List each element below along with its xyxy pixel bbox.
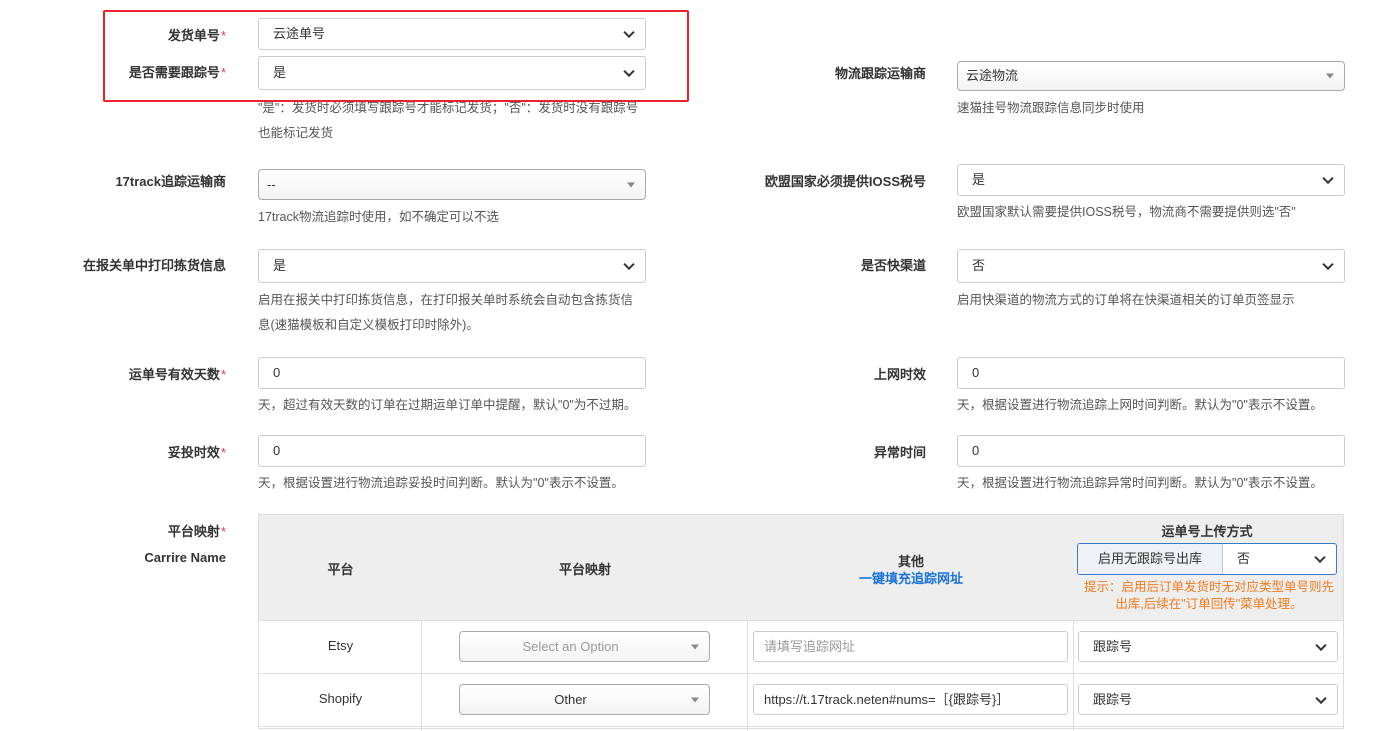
- shipping-no-select[interactable]: 云途单号: [258, 18, 646, 50]
- eu-ioss-select[interactable]: 是: [957, 164, 1345, 196]
- caret-down-icon: [1326, 73, 1334, 79]
- chevron-down-icon: [1322, 258, 1334, 271]
- header-platform: 平台: [327, 562, 354, 577]
- platform-name: Etsy: [327, 638, 354, 653]
- track17-carrier-select[interactable]: --: [258, 169, 646, 200]
- delivery-time-hint: 天，根据设置进行物流追踪妥投时间判断。默认为"0"表示不设置。: [258, 476, 624, 490]
- carrier-name-label: Carrire Name: [144, 550, 226, 565]
- caret-down-icon: [691, 697, 699, 702]
- waybill-valid-days-label: 运单号有效天数*: [128, 367, 226, 382]
- autofill-tracking-url-link[interactable]: 一键填充追踪网址: [748, 568, 1074, 587]
- chevron-down-icon: [1314, 551, 1326, 564]
- caret-down-icon: [691, 644, 699, 649]
- table-header: 平台 平台映射 其他 一键填充追踪网址 运单号上传方式 启用无跟踪号出库 否 提…: [259, 515, 1343, 621]
- abnormal-time-label: 异常时间: [873, 445, 926, 460]
- platform-name: Shopify: [318, 691, 363, 706]
- abnormal-time-hint: 天，根据设置进行物流追踪异常时间判断。默认为"0"表示不设置。: [957, 476, 1323, 490]
- delivery-time-input[interactable]: 0: [258, 435, 646, 467]
- online-time-input[interactable]: 0: [957, 357, 1345, 389]
- header-upload-method: 运单号上传方式: [1161, 524, 1253, 539]
- chevron-down-icon: [1315, 639, 1327, 651]
- delivery-time-label: 妥投时效*: [167, 445, 226, 460]
- chevron-down-icon: [623, 258, 635, 271]
- track17-carrier-hint: 17track物流追踪时使用，如不确定可以不选: [258, 210, 499, 224]
- chevron-down-icon: [623, 26, 635, 39]
- need-tracking-label: 是否需要跟踪号*: [128, 65, 226, 80]
- eu-ioss-hint: 欧盟国家默认需要提供IOSS税号，物流商不需要提供则选"否": [957, 205, 1296, 219]
- fast-channel-select[interactable]: 否: [957, 249, 1345, 283]
- chevron-down-icon: [1315, 692, 1327, 704]
- header-mapping: 平台映射: [558, 562, 611, 577]
- logistics-carrier-select[interactable]: 云途物流: [957, 61, 1345, 91]
- caret-down-icon: [627, 182, 635, 187]
- tracking-url-input[interactable]: 请填写追踪网址: [753, 631, 1068, 662]
- waybill-valid-days-hint: 天，超过有效天数的订单在过期运单订单中提醒，默认"0"为不过期。: [258, 398, 637, 412]
- tracking-url-input[interactable]: https://t.17track.neten#nums=［{跟踪号}］: [753, 684, 1068, 715]
- platform-mapping-label: 平台映射*: [167, 524, 226, 539]
- shipping-no-label: 发货单号*: [167, 28, 226, 43]
- chevron-down-icon: [1322, 172, 1334, 185]
- upload-method-select[interactable]: 跟踪号: [1078, 684, 1338, 715]
- online-time-hint: 天，根据设置进行物流追踪上网时间判断。默认为"0"表示不设置。: [957, 398, 1323, 412]
- print-picking-label: 在报关单中打印拣货信息: [82, 258, 226, 273]
- abnormal-time-input[interactable]: 0: [957, 435, 1345, 467]
- online-time-label: 上网时效: [873, 367, 926, 382]
- logistics-carrier-label: 物流跟踪运输商: [834, 66, 926, 81]
- platform-mapping-table: 平台 平台映射 其他 一键填充追踪网址 运单号上传方式 启用无跟踪号出库 否 提…: [258, 514, 1344, 731]
- platform-mapping-select[interactable]: Other: [459, 684, 710, 715]
- waybill-valid-days-input[interactable]: 0: [258, 357, 646, 389]
- need-tracking-select[interactable]: 是: [258, 56, 646, 90]
- chevron-down-icon: [623, 65, 635, 78]
- fast-channel-hint: 启用快渠道的物流方式的订单将在快渠道相关的订单页签显示: [957, 293, 1295, 307]
- platform-mapping-select[interactable]: Select an Option: [459, 631, 710, 662]
- print-picking-hint: 启用在报关中打印拣货信息，在打印报关单时系统会自动包含拣货信 息(速猫模板和自定…: [258, 293, 634, 332]
- track17-carrier-label: 17track追踪运输商: [115, 174, 226, 189]
- eu-ioss-label: 欧盟国家必须提供IOSS税号: [764, 174, 926, 189]
- need-tracking-hint: "是"：发货时必须填写跟踪号才能标记发货；"否"：发货时没有跟踪号 也能标记发货: [258, 101, 639, 140]
- no-tracking-warning: 提示：启用后订单发货时无对应类型单号则先 出库,后续在"订单回传"菜单处理。: [1083, 580, 1334, 611]
- upload-method-select[interactable]: 跟踪号: [1078, 631, 1338, 662]
- fast-channel-label: 是否快渠道: [860, 258, 926, 273]
- print-picking-select[interactable]: 是: [258, 249, 646, 283]
- no-tracking-outbound-select[interactable]: 启用无跟踪号出库 否: [1077, 543, 1337, 575]
- no-tracking-outbound-label: 启用无跟踪号出库: [1078, 544, 1223, 574]
- logistics-carrier-hint: 速猫挂号物流跟踪信息同步时使用: [957, 101, 1145, 115]
